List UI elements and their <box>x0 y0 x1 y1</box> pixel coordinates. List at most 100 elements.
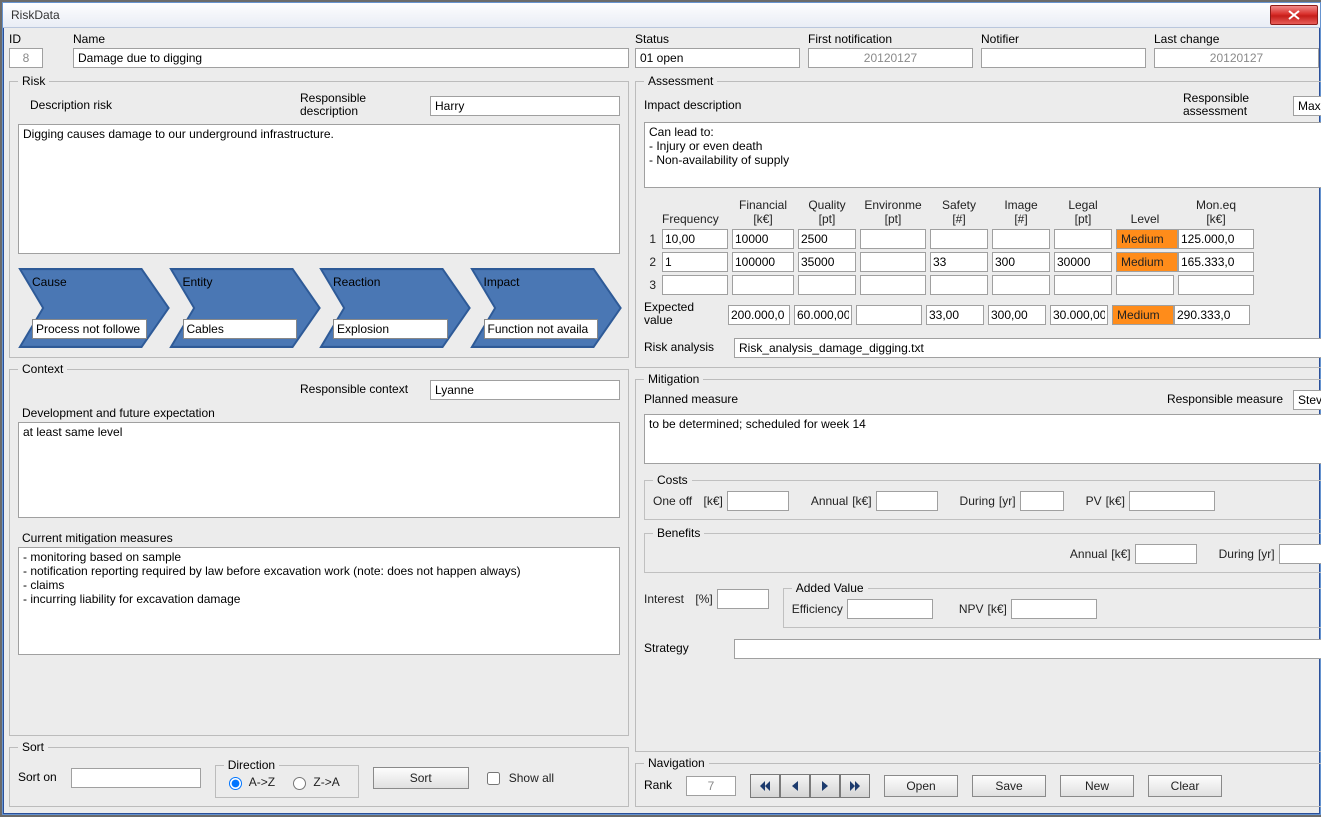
leg-field[interactable] <box>1054 252 1112 272</box>
sort-button[interactable]: Sort <box>373 767 469 789</box>
saf-field[interactable] <box>930 229 988 249</box>
id-label: ID <box>9 32 69 46</box>
annual-cost-field[interactable] <box>876 491 938 511</box>
risk-analysis-field[interactable] <box>734 338 1321 358</box>
window-title: RiskData <box>11 8 60 22</box>
dir-az-radio[interactable]: A->Z <box>224 774 275 790</box>
resp-assess-label: Responsible assessment <box>1183 92 1283 118</box>
planned-field[interactable] <box>644 414 1321 464</box>
row-index: 1 <box>644 232 658 246</box>
img-field[interactable] <box>992 252 1050 272</box>
dev-field[interactable] <box>18 422 620 518</box>
col-safety: Safety [#] <box>930 199 988 225</box>
context-group: Context Responsible context Development … <box>9 362 629 736</box>
row-index: 3 <box>644 278 658 292</box>
chain-cause-label: Cause <box>32 275 67 289</box>
env-field[interactable] <box>860 229 926 249</box>
last-change-label: Last change <box>1154 32 1319 46</box>
strategy-field[interactable] <box>734 639 1321 659</box>
yr-unit: [yr] <box>999 494 1016 508</box>
during-cost-field[interactable] <box>1020 491 1064 511</box>
ke-unit: [k€] <box>703 494 722 508</box>
annual-ben-field[interactable] <box>1135 544 1197 564</box>
col-legal: Legal [pt] <box>1054 199 1112 225</box>
img-field[interactable] <box>992 229 1050 249</box>
open-button[interactable]: Open <box>884 775 958 797</box>
chain-entity-field[interactable] <box>183 319 298 339</box>
env-field[interactable] <box>860 275 926 295</box>
close-window-button[interactable] <box>1270 5 1318 25</box>
fin-field[interactable] <box>732 252 794 272</box>
leg-field[interactable] <box>1054 229 1112 249</box>
exp-img[interactable] <box>988 305 1046 325</box>
exp-saf[interactable] <box>926 305 984 325</box>
cur-mit-field[interactable] <box>18 547 620 655</box>
notifier-field[interactable] <box>981 48 1146 68</box>
name-field[interactable] <box>73 48 629 68</box>
fin-field[interactable] <box>732 229 794 249</box>
name-label: Name <box>73 32 629 46</box>
freq-field[interactable] <box>662 229 728 249</box>
nav-prev-button[interactable] <box>780 774 810 798</box>
npv-field[interactable] <box>1011 599 1097 619</box>
col-level: Level <box>1116 213 1174 226</box>
qual-field[interactable] <box>798 275 856 295</box>
moneq-field[interactable] <box>1178 252 1254 272</box>
level-cell: Medium <box>1116 229 1178 249</box>
saf-field[interactable] <box>930 275 988 295</box>
fin-field[interactable] <box>732 275 794 295</box>
resp-measure-field[interactable] <box>1293 390 1321 410</box>
risk-legend: Risk <box>18 74 49 88</box>
sort-on-field[interactable] <box>71 768 201 788</box>
col-environment: Environme [pt] <box>860 199 926 225</box>
moneq-field[interactable] <box>1178 229 1254 249</box>
left-icon <box>789 780 801 792</box>
impact-desc-field[interactable] <box>644 122 1321 188</box>
chain-cause-field[interactable] <box>32 319 147 339</box>
exp-leg[interactable] <box>1050 305 1108 325</box>
window: RiskData ID Name <box>2 2 1321 815</box>
chain-entity-label: Entity <box>183 275 213 289</box>
risk-description-field[interactable] <box>18 124 620 254</box>
interest-field[interactable] <box>717 589 769 609</box>
notifier-label: Notifier <box>981 32 1146 46</box>
env-field[interactable] <box>860 252 926 272</box>
saf-field[interactable] <box>930 252 988 272</box>
resp-context-field[interactable] <box>430 380 620 400</box>
qual-field[interactable] <box>798 229 856 249</box>
leg-field[interactable] <box>1054 275 1112 295</box>
expected-row: Expected value Medium <box>644 301 1321 329</box>
chain-impact-field[interactable] <box>484 319 599 339</box>
level-cell[interactable] <box>1116 275 1174 295</box>
img-field[interactable] <box>992 275 1050 295</box>
exp-fin[interactable] <box>728 305 790 325</box>
header-right: Status First notification Notifier Last … <box>635 32 1321 68</box>
nav-last-button[interactable] <box>840 774 870 798</box>
pv-cost-field[interactable] <box>1129 491 1215 511</box>
moneq-field[interactable] <box>1178 275 1254 295</box>
during-ben-field[interactable] <box>1279 544 1321 564</box>
oneoff-field[interactable] <box>727 491 789 511</box>
show-all-checkbox[interactable]: Show all <box>483 769 554 788</box>
sort-on-label: Sort on <box>18 770 57 784</box>
dir-za-radio[interactable]: Z->A <box>288 774 339 790</box>
resp-desc-field[interactable] <box>430 96 620 116</box>
efficiency-field[interactable] <box>847 599 933 619</box>
risk-analysis-label: Risk analysis <box>644 340 724 354</box>
nav-first-button[interactable] <box>750 774 780 798</box>
exp-moneq[interactable] <box>1174 305 1250 325</box>
resp-measure-label: Responsible measure <box>1167 392 1283 406</box>
qual-field[interactable] <box>798 252 856 272</box>
freq-field[interactable] <box>662 252 728 272</box>
clear-button[interactable]: Clear <box>1148 775 1222 797</box>
exp-qual[interactable] <box>794 305 852 325</box>
freq-field[interactable] <box>662 275 728 295</box>
status-field[interactable] <box>635 48 800 68</box>
nav-next-button[interactable] <box>810 774 840 798</box>
save-button[interactable]: Save <box>972 775 1046 797</box>
assessment-grid-header: Frequency Financial [k€] Quality [pt] En… <box>644 199 1321 225</box>
chain-reaction-field[interactable] <box>333 319 448 339</box>
new-button[interactable]: New <box>1060 775 1134 797</box>
resp-assess-field[interactable] <box>1293 96 1321 116</box>
exp-env[interactable] <box>856 305 922 325</box>
